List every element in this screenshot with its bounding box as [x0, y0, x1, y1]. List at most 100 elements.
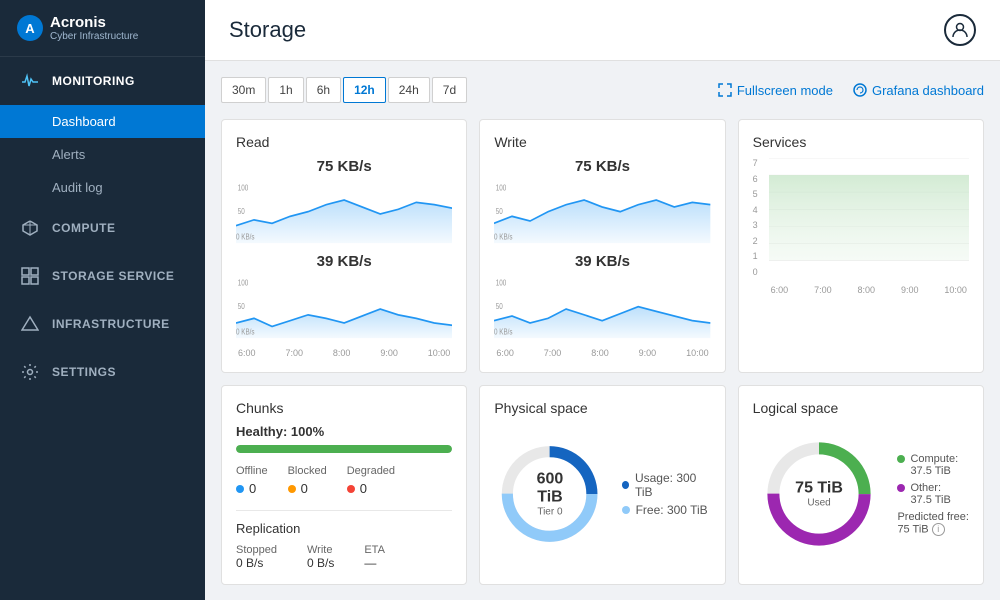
- offline-value: 0: [236, 481, 268, 496]
- rep-stopped: Stopped 0 B/s: [236, 544, 277, 570]
- svg-text:100: 100: [496, 278, 507, 288]
- main-content: Storage 30m 1h 6h 12h 24h 7d: [205, 0, 1000, 600]
- sidebar-item-compute[interactable]: COMPUTE: [0, 204, 205, 252]
- svg-text:0 KB/s: 0 KB/s: [236, 232, 255, 242]
- read-chart1: 100 50 0 KB/s: [236, 179, 452, 249]
- sidebar-item-alerts[interactable]: Alerts: [0, 138, 205, 171]
- predicted-value: 75 TiB: [897, 523, 928, 535]
- write-value2: 39 KB/s: [494, 253, 710, 270]
- physical-space-card: Physical space 600 TiB: [479, 385, 725, 585]
- write-title: Write: [494, 134, 710, 150]
- compute-legend: Compute: 37.5 TiB: [897, 453, 969, 477]
- svg-text:100: 100: [238, 183, 249, 193]
- read-value2: 39 KB/s: [236, 253, 452, 270]
- sidebar-item-infrastructure[interactable]: INFRASTRUCTURE: [0, 300, 205, 348]
- offline-label: Offline: [236, 465, 268, 477]
- logical-donut: 75 TiB Used: [759, 434, 879, 554]
- services-chart-area: 6:007:008:009:0010:00: [769, 158, 969, 295]
- other-legend-dot: [897, 484, 905, 492]
- physical-donut-value: 600 TiB: [522, 471, 578, 507]
- storage-label: STORAGE SERVICE: [52, 269, 174, 283]
- time-buttons: 30m 1h 6h 12h 24h 7d: [221, 77, 467, 103]
- page-header: Storage: [205, 0, 1000, 61]
- dashboard-content: 30m 1h 6h 12h 24h 7d Fullscreen mode: [205, 61, 1000, 600]
- fullscreen-label: Fullscreen mode: [737, 83, 833, 98]
- logo-brand: Acronis: [50, 14, 138, 31]
- time-btn-30m[interactable]: 30m: [221, 77, 266, 103]
- time-btn-7d[interactable]: 7d: [432, 77, 467, 103]
- gear-icon: [20, 362, 40, 382]
- write-x-labels: 6:007:008:009:0010:00: [494, 348, 710, 358]
- time-btn-12h[interactable]: 12h: [343, 77, 386, 103]
- progress-fill: [236, 445, 452, 453]
- svg-text:0 KB/s: 0 KB/s: [236, 327, 255, 337]
- services-y-axis: 76543210: [753, 158, 765, 295]
- sidebar-item-settings[interactable]: SETTINGS: [0, 348, 205, 396]
- logical-legend: Compute: 37.5 TiB Other: 37.5 TiB: [897, 453, 969, 536]
- free-label: Free: 300 TiB: [636, 503, 708, 517]
- chunks-card: Chunks Healthy: 100% Offline 0: [221, 385, 467, 585]
- free-legend: Free: 300 TiB: [622, 503, 708, 517]
- chunk-degraded: Degraded 0: [347, 465, 395, 496]
- logo-product: Cyber Infrastructure: [50, 31, 138, 42]
- eta-label: ETA: [364, 544, 385, 556]
- physical-donut: 600 TiB Tier 0: [494, 434, 605, 554]
- logical-space-card: Logical space 75 TiB Used: [738, 385, 984, 585]
- cube-icon: [20, 218, 40, 238]
- sidebar-item-storage[interactable]: STORAGE SERVICE: [0, 252, 205, 300]
- physical-donut-sub: Tier 0: [522, 507, 578, 518]
- replication-section: Replication Stopped 0 B/s Write 0 B/s ET…: [236, 510, 452, 570]
- read-chart2: 100 50 0 KB/s: [236, 274, 452, 344]
- logical-donut-label: 75 TiB Used: [795, 480, 843, 509]
- read-card: Read 75 KB/s 100 50: [221, 119, 467, 373]
- fullscreen-link[interactable]: Fullscreen mode: [718, 83, 833, 98]
- services-svg: [769, 158, 969, 278]
- sidebar-item-dashboard[interactable]: Dashboard: [0, 105, 205, 138]
- rep-eta: ETA —: [364, 544, 385, 570]
- chunk-blocked: Blocked 0: [288, 465, 327, 496]
- read-title: Read: [236, 134, 452, 150]
- pulse-icon: [20, 71, 40, 91]
- other-legend: Other: 37.5 TiB: [897, 482, 969, 506]
- svg-text:50: 50: [496, 206, 503, 216]
- logical-donut-sub: Used: [795, 498, 843, 509]
- toolbar-actions: Fullscreen mode Grafana dashboard: [718, 83, 984, 98]
- progress-bar: [236, 445, 452, 453]
- chunks-title: Chunks: [236, 400, 452, 416]
- read-value1: 75 KB/s: [236, 158, 452, 175]
- fullscreen-icon: [718, 83, 732, 97]
- time-btn-24h[interactable]: 24h: [388, 77, 430, 103]
- write-chart2: 100 50 0 KB/s: [494, 274, 710, 344]
- svg-text:50: 50: [496, 301, 503, 311]
- toolbar: 30m 1h 6h 12h 24h 7d Fullscreen mode: [221, 77, 984, 103]
- time-btn-6h[interactable]: 6h: [306, 77, 341, 103]
- sidebar-item-monitoring[interactable]: MONITORING: [0, 57, 205, 105]
- svg-text:A: A: [25, 21, 35, 36]
- eta-value: —: [364, 556, 385, 570]
- rep-write-label: Write: [307, 544, 334, 556]
- logo: A Acronis Cyber Infrastructure: [0, 0, 205, 57]
- logical-inner: 75 TiB Used Compute: 37.5 TiB: [753, 424, 969, 564]
- rep-write: Write 0 B/s: [307, 544, 334, 570]
- user-icon[interactable]: [944, 14, 976, 46]
- offline-dot: [236, 485, 244, 493]
- svg-text:0 KB/s: 0 KB/s: [494, 232, 513, 242]
- sidebar-item-auditlog[interactable]: Audit log: [0, 171, 205, 204]
- svg-text:100: 100: [238, 278, 249, 288]
- degraded-value: 0: [347, 481, 395, 496]
- svg-text:50: 50: [238, 206, 245, 216]
- usage-dot: [622, 481, 629, 489]
- compute-label: COMPUTE: [52, 221, 116, 235]
- page-title: Storage: [229, 17, 306, 43]
- usage-legend: Usage: 300 TiB: [622, 471, 711, 499]
- info-icon[interactable]: i: [932, 523, 945, 536]
- time-btn-1h[interactable]: 1h: [268, 77, 303, 103]
- blocked-value: 0: [288, 481, 327, 496]
- services-card: Services 76543210: [738, 119, 984, 373]
- svg-text:50: 50: [238, 301, 245, 311]
- predicted-label: Predicted free:: [897, 511, 969, 523]
- logical-title: Logical space: [753, 400, 969, 416]
- physical-legend: Usage: 300 TiB Free: 300 TiB: [622, 471, 711, 517]
- grafana-link[interactable]: Grafana dashboard: [853, 83, 984, 98]
- services-x-labels: 6:007:008:009:0010:00: [769, 285, 969, 295]
